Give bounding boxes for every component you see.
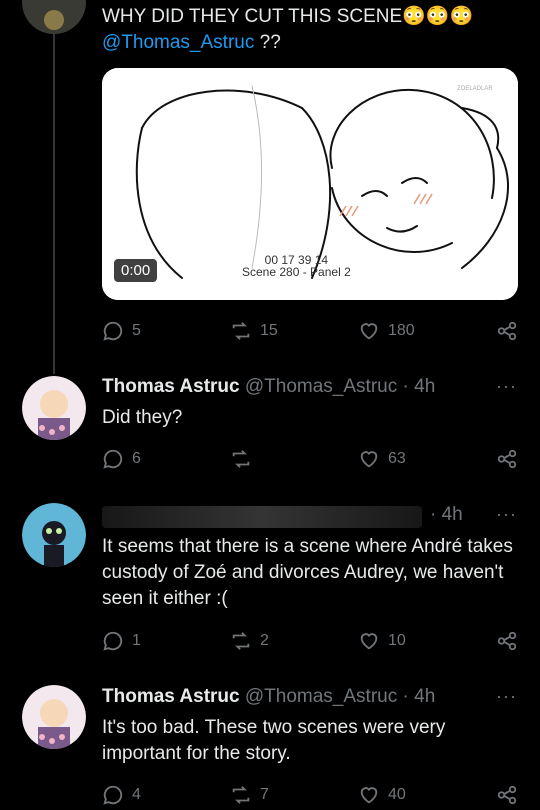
reply-icon: [103, 321, 123, 341]
reply-button[interactable]: 6: [102, 448, 141, 470]
heart-icon: [360, 787, 378, 804]
avatar-thomas[interactable]: [22, 376, 86, 440]
like-count: 10: [388, 632, 406, 649]
mention-link[interactable]: @Thomas_Astruc: [102, 32, 254, 53]
avatar-user[interactable]: [22, 503, 86, 567]
like-button[interactable]: 40: [358, 784, 406, 806]
avatar-top[interactable]: [22, 0, 86, 34]
thread-line-top: [53, 34, 55, 374]
reply-count: 6: [132, 450, 141, 467]
reply1-actions: 6 63: [102, 448, 522, 474]
reply2-text: It seems that there is a scene where And…: [102, 536, 513, 609]
reply3-handle[interactable]: @Thomas_Astruc: [245, 686, 397, 707]
retweet-button[interactable]: 2: [230, 630, 269, 652]
reply3-name[interactable]: Thomas Astruc: [102, 686, 240, 707]
heart-icon: [360, 633, 378, 650]
reply1-name[interactable]: Thomas Astruc: [102, 376, 240, 397]
reply-icon: [103, 785, 123, 805]
reply1-header: Thomas Astruc @Thomas_Astruc · 4h: [102, 376, 435, 398]
retweet-icon: [232, 450, 250, 468]
share-icon: [497, 785, 517, 805]
reply-button[interactable]: 4: [102, 784, 141, 806]
retweet-icon: [232, 322, 250, 340]
avatar-top-image: [22, 0, 86, 34]
reply-button[interactable]: 5: [102, 320, 141, 342]
heart-icon: [360, 451, 378, 468]
reply-button[interactable]: 1: [102, 630, 141, 652]
reply1-handle[interactable]: @Thomas_Astruc: [245, 376, 397, 397]
reply3-header: Thomas Astruc @Thomas_Astruc · 4h: [102, 686, 435, 708]
reply1-time[interactable]: · 4h: [403, 376, 436, 397]
share-icon: [497, 449, 517, 469]
reply3-actions: 4 7 40: [102, 784, 522, 810]
reply-count: 4: [132, 786, 141, 803]
reply3-text: It's too bad. These two scenes were very…: [102, 717, 446, 764]
reply2-time[interactable]: · 4h: [430, 504, 463, 526]
watermark-text: ZOELADLAR: [457, 86, 493, 92]
avatar-user-image: [22, 503, 86, 567]
heart-icon: [360, 323, 378, 340]
reply-icon: [103, 449, 123, 469]
share-button[interactable]: [496, 448, 518, 470]
tweet-main-actions: 5 15 180: [102, 320, 522, 346]
retweet-icon: [232, 632, 250, 650]
share-button[interactable]: [496, 784, 518, 806]
avatar-thomas-image: [22, 685, 86, 749]
reply3-more-button[interactable]: ···: [496, 686, 517, 707]
tweet-main-text: WHY DID THEY CUT THIS SCENE😳😳😳 @Thomas_A…: [102, 4, 473, 56]
share-icon: [497, 321, 517, 341]
retweet-count: 15: [260, 322, 278, 339]
reply-count: 1: [132, 632, 141, 649]
reply-count: 5: [132, 322, 141, 339]
retweet-button[interactable]: [230, 448, 252, 470]
retweet-count: 7: [260, 786, 269, 803]
reply-icon: [103, 631, 123, 651]
retweet-count: 2: [260, 632, 269, 649]
reply1-text: Did they?: [102, 407, 183, 428]
video-time-badge: 0:00: [114, 259, 158, 282]
like-count: 180: [388, 322, 415, 339]
share-button[interactable]: [496, 630, 518, 652]
mention-suffix: ??: [254, 32, 281, 53]
like-button[interactable]: 10: [358, 630, 406, 652]
like-button[interactable]: 63: [358, 448, 406, 470]
redacted-username: [102, 506, 422, 528]
emoji-flushed-icon: 😳: [402, 6, 426, 27]
retweet-button[interactable]: 7: [230, 784, 269, 806]
retweet-icon: [232, 786, 250, 804]
like-button[interactable]: 180: [358, 320, 415, 342]
reply2-more-button[interactable]: ···: [496, 504, 517, 525]
share-button[interactable]: [496, 320, 518, 342]
reply3-time[interactable]: · 4h: [403, 686, 436, 707]
like-count: 63: [388, 450, 406, 467]
emoji-flushed-icon: 😳: [449, 6, 474, 27]
like-count: 40: [388, 786, 406, 803]
scene-panel-text: Scene 280 - Panel 2: [242, 265, 351, 279]
share-icon: [497, 631, 517, 651]
retweet-button[interactable]: 15: [230, 320, 278, 342]
reply1-more-button[interactable]: ···: [496, 376, 517, 397]
reply2-actions: 1 2 10: [102, 630, 522, 656]
emoji-flushed-icon: 😳: [425, 6, 450, 27]
avatar-thomas-image: [22, 376, 86, 440]
avatar-thomas[interactable]: [22, 685, 86, 749]
scene-label: 00 17 39 14 Scene 280 - Panel 2: [242, 254, 351, 278]
video-player[interactable]: ZOELADLAR 00 17 39 14 Scene 280 - Panel …: [102, 68, 518, 300]
tweet-main-line1: WHY DID THEY CUT THIS SCENE: [102, 6, 403, 27]
